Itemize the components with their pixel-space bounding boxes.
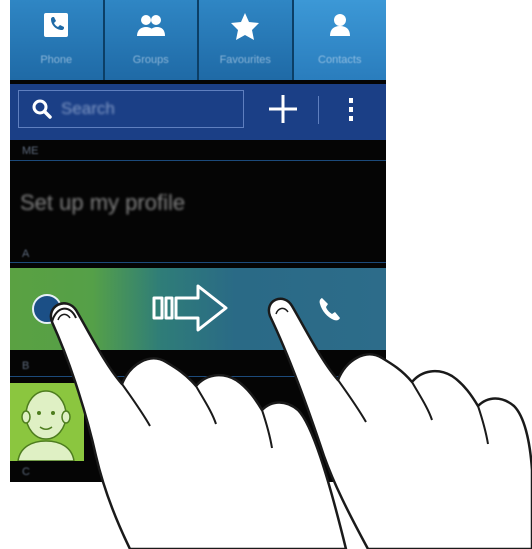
phone-screen: Phone Groups Favourites Contacts Search …: [10, 0, 386, 482]
section-divider: [10, 160, 386, 161]
tab-contacts[interactable]: Contacts: [293, 0, 386, 80]
search-toolbar: Search: [10, 84, 386, 140]
tab-favourites[interactable]: Favourites: [199, 0, 294, 80]
tab-groups-label: Groups: [132, 54, 169, 66]
phone-icon: [44, 13, 69, 37]
contact-dot: [32, 294, 62, 324]
section-divider: [10, 262, 386, 263]
tab-contacts-label: Contacts: [318, 54, 362, 66]
tab-phone-label: Phone: [40, 54, 73, 66]
section-header-b: B: [22, 360, 30, 372]
section-header-me: ME: [22, 145, 39, 157]
section-divider: [10, 376, 386, 377]
section-header-a: A: [22, 248, 30, 260]
call-icon: [319, 298, 340, 321]
tab-phone[interactable]: Phone: [10, 0, 105, 80]
tab-bar: Phone Groups Favourites Contacts: [10, 0, 386, 80]
section-header-c: C: [22, 466, 30, 478]
star-icon: [231, 13, 260, 40]
tab-groups[interactable]: Groups: [104, 0, 199, 80]
add-contact-button[interactable]: [266, 92, 300, 126]
search-placeholder: Search: [61, 99, 115, 118]
groups-icon: [136, 15, 165, 36]
default-avatar-icon: [17, 390, 75, 461]
setup-profile-item[interactable]: Set up my profile: [20, 190, 185, 216]
swipe-right-arrow-icon: [152, 284, 228, 332]
more-options-icon[interactable]: [344, 94, 358, 126]
contact-icon: [329, 14, 350, 36]
tab-favourites-label: Favourites: [219, 54, 271, 66]
search-icon: [32, 99, 52, 119]
contact-swipe-row[interactable]: [10, 268, 386, 350]
toolbar-divider: [318, 96, 319, 124]
search-input[interactable]: Search: [18, 90, 244, 128]
contact-avatar[interactable]: [10, 383, 84, 461]
